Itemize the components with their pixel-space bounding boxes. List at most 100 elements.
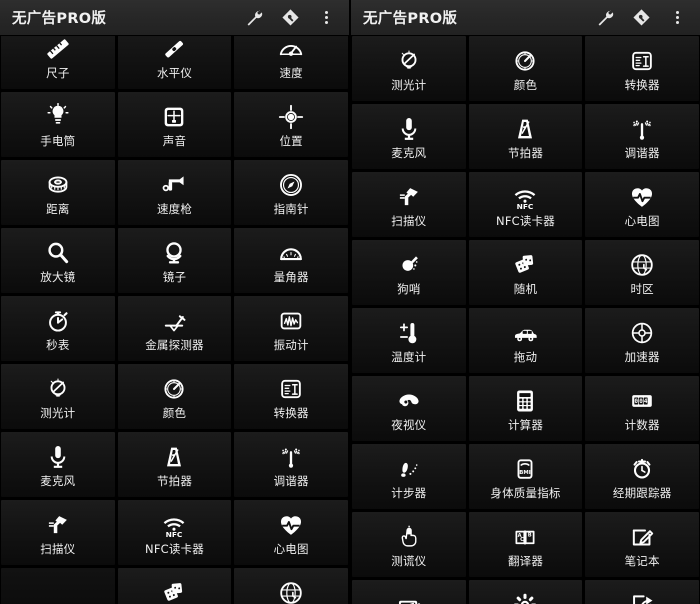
- tool-cell[interactable]: 心电图: [585, 172, 699, 237]
- overflow-menu-icon[interactable]: [315, 11, 337, 24]
- wrench-icon[interactable]: [243, 7, 265, 29]
- tool-cell[interactable]: NFC NFC读卡器: [117, 500, 232, 565]
- tool-cell[interactable]: 秒表: [1, 296, 115, 361]
- diamond-icon[interactable]: [630, 7, 652, 29]
- tool-cell[interactable]: 声音: [117, 92, 232, 157]
- flashlight-icon: [41, 102, 75, 132]
- lie-detector-icon: [392, 522, 426, 552]
- ruler-icon: [41, 36, 75, 64]
- tool-cell[interactable]: 振动计: [234, 296, 348, 361]
- tool-cell[interactable]: 位置: [234, 92, 348, 157]
- tool-cell[interactable]: 温度计: [352, 308, 466, 373]
- tool-cell[interactable]: 时区: [234, 568, 348, 604]
- tool-label: 颜色: [513, 77, 538, 92]
- tool-cell[interactable]: 计步器: [352, 444, 466, 509]
- dice-icon: [157, 578, 191, 604]
- tool-cell[interactable]: 扫描仪: [1, 500, 115, 565]
- tool-cell[interactable]: [1, 568, 115, 604]
- tool-cell[interactable]: 设置: [468, 580, 583, 604]
- tool-cell[interactable]: 麦克风: [352, 104, 466, 169]
- svg-text:NFC: NFC: [166, 529, 183, 538]
- tool-cell[interactable]: 转换器: [585, 36, 699, 101]
- tool-cell[interactable]: 随机: [117, 568, 232, 604]
- tool-cell[interactable]: 电池测试: [352, 580, 466, 604]
- tool-cell[interactable]: 手电筒: [1, 92, 115, 157]
- tool-cell[interactable]: 加速器: [585, 308, 699, 373]
- protractor-icon: [274, 238, 308, 268]
- tool-cell[interactable]: 笔记本: [585, 512, 699, 577]
- tool-label: 镜子: [162, 269, 187, 284]
- tool-cell[interactable]: 测光计: [352, 36, 466, 101]
- tool-label: 放大镜: [40, 269, 76, 284]
- tool-cell[interactable]: BMI 身体质量指标: [468, 444, 583, 509]
- tool-cell[interactable]: 麦克风: [1, 432, 115, 497]
- left-action-bar: 无广告PRO版: [0, 0, 349, 36]
- tool-cell[interactable]: 狗哨: [352, 240, 466, 305]
- tool-cell[interactable]: 颜色: [117, 364, 232, 429]
- compass-icon: [274, 170, 308, 200]
- left-app-title: 无广告PRO版: [12, 11, 107, 27]
- color-picker-icon: [508, 46, 542, 76]
- tool-cell[interactable]: 水平仪: [117, 36, 232, 89]
- tool-cell[interactable]: A C B 翻译器: [468, 512, 583, 577]
- speed-gun-icon: [157, 170, 191, 200]
- tool-cell[interactable]: 时区: [585, 240, 699, 305]
- wrench-icon[interactable]: [594, 7, 616, 29]
- tool-cell[interactable]: NFC NFC读卡器: [468, 172, 583, 237]
- tool-label: 笔记本: [624, 553, 660, 568]
- level-icon: [157, 36, 191, 64]
- tool-cell[interactable]: 随机: [468, 240, 583, 305]
- left-tool-scroll-area[interactable]: 尺子 水平仪 速度手电筒 声音 位置距离 速度枪 指南针放大镜 镜子 量角器秒表 金属探测器 振动计…: [0, 36, 349, 604]
- tool-cell[interactable]: 尺子: [1, 36, 115, 89]
- tool-cell[interactable]: 节拍器: [117, 432, 232, 497]
- tool-label: 转换器: [273, 405, 309, 420]
- tool-cell[interactable]: 量角器: [234, 228, 348, 293]
- timezone-icon: [274, 578, 308, 604]
- dual-pane-screenshot: 无广告PRO版 尺子 水平仪 速度 手电筒 声音 位置 距离 速度枪 指南针 放…: [0, 0, 700, 604]
- tool-cell[interactable]: 测光计: [1, 364, 115, 429]
- tool-cell[interactable]: 速度: [234, 36, 348, 89]
- car-drag-icon: [508, 318, 542, 348]
- tool-cell[interactable]: 夜视仪: [352, 376, 466, 441]
- tool-label: 速度: [279, 65, 303, 80]
- svg-text:0: 0: [639, 398, 643, 404]
- tool-cell[interactable]: 经期跟踪器: [585, 444, 699, 509]
- svg-text:B: B: [528, 532, 532, 538]
- shortcut-icon: [625, 590, 659, 604]
- light-meter-icon: [41, 374, 75, 404]
- barcode-scanner-icon: [392, 182, 426, 212]
- diamond-icon[interactable]: [279, 7, 301, 29]
- overflow-menu-icon[interactable]: [666, 11, 688, 24]
- tool-cell[interactable]: 指南针: [234, 160, 348, 225]
- tape-measure-icon: [41, 170, 75, 200]
- tuner-icon: [274, 442, 308, 472]
- tool-cell[interactable]: 调谐器: [234, 432, 348, 497]
- tool-label: 心电图: [624, 213, 660, 228]
- barcode-scanner-icon: [41, 510, 75, 540]
- svg-text:BMI: BMI: [520, 470, 531, 476]
- tool-cell[interactable]: 0 0 4 计数器: [585, 376, 699, 441]
- tool-label: 扫描仪: [40, 541, 76, 556]
- metronome-icon: [508, 114, 542, 144]
- tool-cell[interactable]: 距离: [1, 160, 115, 225]
- tool-cell[interactable]: 拖动: [468, 308, 583, 373]
- right-tool-scroll-area[interactable]: 尺子水平仪速度手电筒声音位置距离速度枪指南针放大镜镜子量角器秒表金属探测器振动计…: [351, 36, 700, 604]
- tool-cell[interactable]: 转换器: [234, 364, 348, 429]
- tool-cell[interactable]: 放大镜: [1, 228, 115, 293]
- tool-cell[interactable]: 节拍器: [468, 104, 583, 169]
- tool-cell[interactable]: 扫描仪: [352, 172, 466, 237]
- svg-text:C: C: [521, 536, 525, 542]
- dice-icon: [508, 250, 542, 280]
- night-vision-icon: [392, 386, 426, 416]
- tool-cell[interactable]: 速度枪: [117, 160, 232, 225]
- tool-label: 测光计: [40, 405, 76, 420]
- tool-cell[interactable]: 快捷方式: [585, 580, 699, 604]
- tool-cell[interactable]: 金属探测器: [117, 296, 232, 361]
- tool-cell[interactable]: 调谐器: [585, 104, 699, 169]
- tool-cell[interactable]: 心电图: [234, 500, 348, 565]
- tool-cell[interactable]: 测谎仪: [352, 512, 466, 577]
- tool-cell[interactable]: 镜子: [117, 228, 232, 293]
- tool-cell[interactable]: 计算器: [468, 376, 583, 441]
- tool-cell[interactable]: 颜色: [468, 36, 583, 101]
- nfc-icon: NFC: [508, 182, 542, 212]
